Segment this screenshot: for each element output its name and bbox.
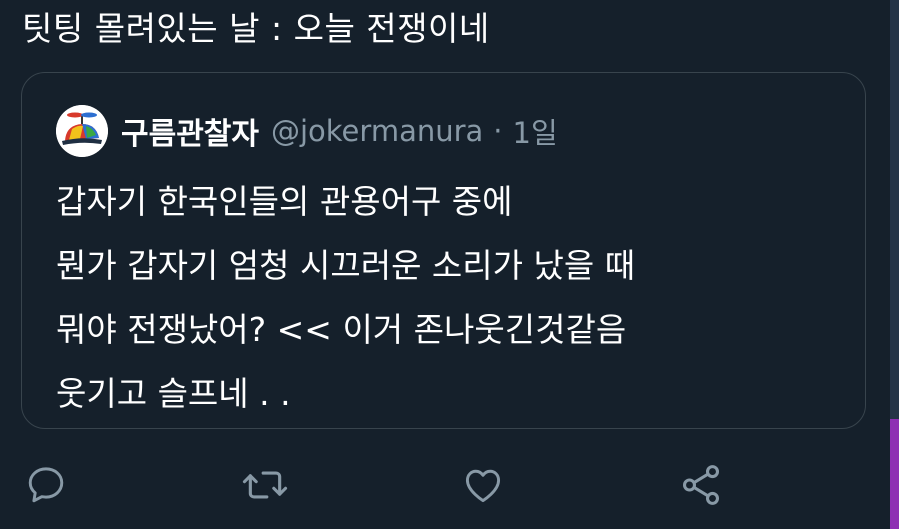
timestamp[interactable]: 1일: [513, 110, 558, 152]
edge-accent: [890, 419, 899, 529]
share-icon: [682, 465, 720, 505]
heart-icon: [465, 469, 501, 503]
reply-icon: [28, 467, 64, 503]
quoted-tweet-line: 갑자기 한국인들의 관용어구 중에: [56, 182, 513, 221]
meta-separator: ·: [493, 114, 503, 148]
author-handle[interactable]: @jokermanura: [271, 114, 483, 148]
quoted-tweet-line: 웃기고 슬프네 . .: [56, 374, 291, 413]
tweet-actions: [0, 460, 890, 510]
propeller-cap-icon: [56, 105, 108, 157]
quoted-tweet-line: 뭔가 갑자기 엄청 시끄러운 소리가 났을 때: [56, 246, 636, 285]
reply-button[interactable]: [21, 460, 71, 510]
like-button[interactable]: [458, 460, 508, 510]
share-button[interactable]: [676, 460, 726, 510]
retweet-button[interactable]: [240, 460, 290, 510]
tweet-view: 팃팅 몰려있는 날 : 오늘 전쟁이네 구름관찰자 @jokermanura ·: [0, 0, 899, 529]
author-name[interactable]: 구름관찰자: [121, 109, 259, 153]
quoted-tweet-card[interactable]: 구름관찰자 @jokermanura · 1일 갑자기 한국인들의 관용어구 중…: [21, 72, 866, 429]
quoted-tweet-text: 갑자기 한국인들의 관용어구 중에 뭔가 갑자기 엄청 시끄러운 소리가 났을 …: [56, 170, 635, 426]
avatar[interactable]: [56, 105, 108, 157]
tweet-text: 팃팅 몰려있는 날 : 오늘 전쟁이네: [22, 9, 490, 48]
quoted-tweet-header: 구름관찰자 @jokermanura · 1일: [56, 105, 558, 157]
retweet-icon: [242, 471, 288, 499]
quoted-tweet-line: 뭐야 전쟁났어? << 이거 존나웃긴것같음: [56, 310, 627, 349]
